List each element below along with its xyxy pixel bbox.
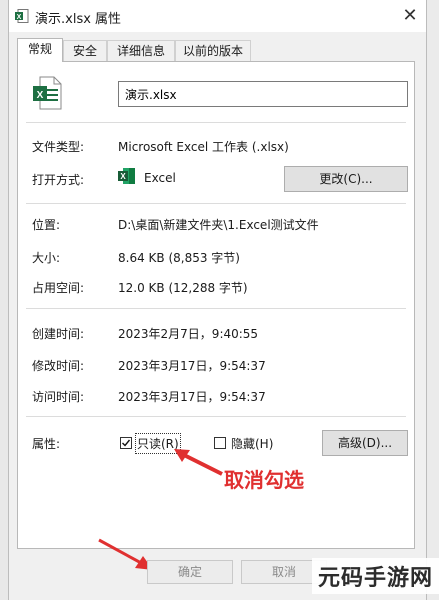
excel-app-icon: X	[118, 168, 135, 184]
created-value: 2023年2月7日，9:40:55	[118, 327, 259, 341]
svg-text:X: X	[37, 90, 44, 101]
divider	[26, 122, 406, 123]
arrow-icon	[174, 449, 223, 476]
disk-size-label: 占用空间:	[32, 281, 85, 295]
tab-general[interactable]: 常规	[17, 38, 63, 62]
background-window-right	[425, 0, 439, 600]
divider	[26, 308, 406, 309]
watermark: 元码手游网	[311, 558, 439, 594]
tab-security[interactable]: 安全	[63, 40, 107, 61]
readonly-checkbox[interactable]	[120, 437, 132, 449]
location-value: D:\桌面\新建文件夹\1.Excel测试文件	[118, 218, 319, 232]
close-button[interactable]: ✕	[398, 4, 422, 28]
tab-previous-versions[interactable]: 以前的版本	[175, 40, 251, 61]
divider	[26, 203, 406, 204]
size-label: 大小:	[32, 251, 61, 265]
accessed-label: 访问时间:	[32, 390, 85, 404]
svg-text:X: X	[17, 14, 22, 21]
accessed-value: 2023年3月17日，9:54:37	[118, 390, 266, 404]
advanced-button[interactable]: 高级(D)...	[322, 430, 408, 456]
hidden-label[interactable]: 隐藏(H)	[231, 435, 273, 452]
file-type-label: 文件类型:	[32, 140, 85, 154]
svg-text:X: X	[120, 172, 126, 181]
title-bar: X 演示.xlsx 属性 ✕	[9, 0, 426, 32]
open-with-label: 打开方式:	[32, 173, 85, 187]
modified-value: 2023年3月17日，9:54:37	[118, 359, 266, 373]
created-label: 创建时间:	[32, 327, 85, 341]
location-label: 位置:	[32, 218, 61, 232]
attributes-label: 属性:	[32, 437, 61, 451]
filename-input[interactable]	[118, 81, 408, 107]
change-button[interactable]: 更改(C)...	[284, 166, 408, 192]
close-icon[interactable]: ✕	[402, 5, 417, 26]
open-with-value: Excel	[144, 171, 176, 185]
ok-button[interactable]: 确定	[147, 560, 233, 584]
file-type-value: Microsoft Excel 工作表 (.xlsx)	[118, 140, 289, 154]
background-window-left	[0, 0, 8, 600]
window-title: 演示.xlsx 属性	[35, 12, 122, 27]
tab-details[interactable]: 详细信息	[107, 40, 175, 61]
size-value: 8.64 KB (8,853 字节)	[118, 251, 240, 265]
checkmark-icon	[122, 439, 131, 447]
divider	[26, 416, 406, 417]
annotation-text: 取消勾选	[224, 468, 304, 492]
excel-file-icon: X	[15, 9, 29, 23]
excel-file-icon: X	[33, 76, 62, 110]
properties-dialog: X 演示.xlsx 属性 ✕ 常规 安全 详细信息 以前的版本 X 文件类型: …	[8, 0, 427, 600]
general-panel: X 文件类型: Microsoft Excel 工作表 (.xlsx) 打开方式…	[17, 61, 415, 549]
modified-label: 修改时间:	[32, 359, 85, 373]
disk-size-value: 12.0 KB (12,288 字节)	[118, 281, 248, 295]
